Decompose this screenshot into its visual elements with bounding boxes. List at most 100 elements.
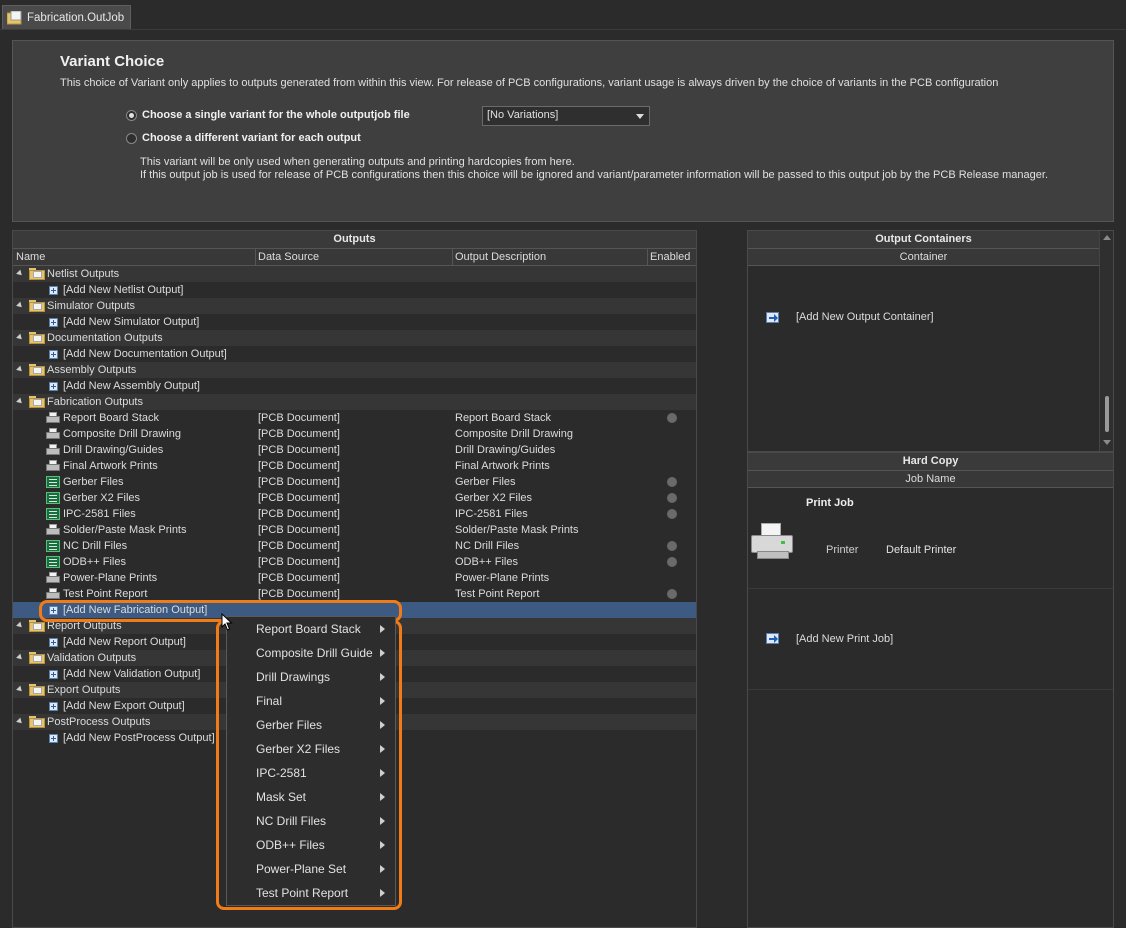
output-item-row[interactable]: Composite Drill Drawing [PCB Document] Com… [13, 426, 696, 442]
output-data-source[interactable]: [PCB Document] [258, 506, 340, 522]
enabled-toggle[interactable] [667, 509, 677, 519]
output-data-source[interactable]: [PCB Document] [258, 570, 340, 586]
add-plus-icon[interactable] [49, 382, 58, 391]
scroll-up-icon[interactable] [1103, 235, 1111, 240]
output-group-row[interactable]: Documentation Outputs [13, 330, 696, 346]
containers-scrollbar[interactable] [1099, 231, 1113, 451]
add-output-label[interactable]: [Add New Validation Output] [63, 666, 200, 682]
menu-item[interactable]: Power-Plane Set [227, 857, 395, 881]
expand-triangle-icon[interactable] [16, 717, 24, 726]
output-data-source[interactable]: [PCB Document] [258, 522, 340, 538]
col-job-name[interactable]: Job Name [748, 473, 1113, 485]
print-job-item[interactable]: Print Job Printer Default Printer [748, 489, 1113, 589]
expand-triangle-icon[interactable] [16, 333, 24, 342]
output-item-row[interactable]: Final Artwork Prints [PCB Document] Final … [13, 458, 696, 474]
menu-item[interactable]: Gerber X2 Files [227, 737, 395, 761]
output-data-source[interactable]: [PCB Document] [258, 474, 340, 490]
expand-triangle-icon[interactable] [16, 365, 24, 374]
expand-triangle-icon[interactable] [16, 269, 24, 278]
menu-item[interactable]: ODB++ Files [227, 833, 395, 857]
menu-item[interactable]: IPC-2581 [227, 761, 395, 785]
add-arrow-icon[interactable] [766, 633, 779, 644]
menu-item[interactable]: Test Point Report [227, 881, 395, 905]
col-enabled[interactable]: Enabled [650, 251, 690, 263]
outputs-title: Outputs [13, 231, 696, 249]
add-arrow-icon[interactable] [766, 312, 779, 323]
output-data-source[interactable]: [PCB Document] [258, 410, 340, 426]
menu-item[interactable]: Composite Drill Guide [227, 641, 395, 665]
menu-item[interactable]: Gerber Files [227, 713, 395, 737]
menu-item[interactable]: Report Board Stack [227, 617, 395, 641]
output-data-source[interactable]: [PCB Document] [258, 554, 340, 570]
add-output-row[interactable]: [Add New Netlist Output] [13, 282, 696, 298]
output-data-source[interactable]: [PCB Document] [258, 490, 340, 506]
output-item-row[interactable]: IPC-2581 Files [PCB Document] IPC-2581 Fil… [13, 506, 696, 522]
add-print-job-row[interactable]: [Add New Print Job] [748, 590, 1113, 690]
expand-triangle-icon[interactable] [16, 301, 24, 310]
radio-single-variant-button[interactable] [126, 109, 137, 121]
enabled-toggle[interactable] [667, 589, 677, 599]
output-item-row[interactable]: ODB++ Files [PCB Document] ODB++ Files [13, 554, 696, 570]
add-plus-icon[interactable] [49, 638, 58, 647]
variant-combo[interactable]: [No Variations] [482, 106, 650, 126]
enabled-toggle[interactable] [667, 557, 677, 567]
output-item-row[interactable]: Report Board Stack [PCB Document] Report B… [13, 410, 696, 426]
output-item-row[interactable]: NC Drill Files [PCB Document] NC Drill Fil… [13, 538, 696, 554]
menu-item[interactable]: NC Drill Files [227, 809, 395, 833]
add-plus-icon[interactable] [49, 318, 58, 327]
add-plus-icon[interactable] [49, 670, 58, 679]
add-output-label[interactable]: [Add New Export Output] [63, 698, 185, 714]
expand-triangle-icon[interactable] [16, 621, 24, 630]
menu-item[interactable]: Final [227, 689, 395, 713]
radio-each-variant-button[interactable] [126, 132, 137, 144]
enabled-toggle[interactable] [667, 541, 677, 551]
chevron-down-icon[interactable] [636, 114, 644, 119]
output-item-row[interactable]: Gerber X2 Files [PCB Document] Gerber X2 F… [13, 490, 696, 506]
enabled-toggle[interactable] [667, 413, 677, 423]
tab-fabrication-outjob[interactable]: Fabrication.OutJob [2, 5, 132, 29]
menu-item[interactable]: Drill Drawings [227, 665, 395, 689]
add-output-label[interactable]: [Add New Report Output] [63, 634, 186, 650]
add-output-label[interactable]: [Add New Netlist Output] [63, 282, 183, 298]
enabled-toggle[interactable] [667, 477, 677, 487]
add-output-label[interactable]: [Add New Simulator Output] [63, 314, 199, 330]
add-print-job[interactable]: [Add New Print Job] [796, 633, 893, 645]
add-output-label[interactable]: [Add New PostProcess Output] [63, 730, 215, 746]
add-output-label[interactable]: [Add New Assembly Output] [63, 378, 200, 394]
expand-triangle-icon[interactable] [16, 397, 24, 406]
add-output-row[interactable]: [Add New Simulator Output] [13, 314, 696, 330]
add-output-container[interactable]: [Add New Output Container] [796, 311, 934, 323]
output-data-source[interactable]: [PCB Document] [258, 426, 340, 442]
scroll-down-icon[interactable] [1103, 440, 1111, 445]
radio-each-variant[interactable]: Choose a different variant for each outp… [126, 132, 361, 144]
output-group-row[interactable]: Fabrication Outputs [13, 394, 696, 410]
add-plus-icon[interactable] [49, 286, 58, 295]
add-output-row[interactable]: [Add New Documentation Output] [13, 346, 696, 362]
add-plus-icon[interactable] [49, 350, 58, 359]
radio-each-variant-label: Choose a different variant for each outp… [142, 132, 361, 144]
output-item-row[interactable]: Power-Plane Prints [PCB Document] Power-Pl… [13, 570, 696, 586]
output-item-row[interactable]: Gerber Files [PCB Document] Gerber Files [13, 474, 696, 490]
output-data-source[interactable]: [PCB Document] [258, 538, 340, 554]
output-group-row[interactable]: Netlist Outputs [13, 266, 696, 282]
output-item-row[interactable]: Drill Drawing/Guides [PCB Document] Drill … [13, 442, 696, 458]
col-output-description[interactable]: Output Description [455, 251, 546, 263]
output-item-row[interactable]: Solder/Paste Mask Prints [PCB Document] So… [13, 522, 696, 538]
add-output-row[interactable]: [Add New Assembly Output] [13, 378, 696, 394]
col-container[interactable]: Container [748, 251, 1099, 263]
add-output-label[interactable]: [Add New Documentation Output] [63, 346, 227, 362]
expand-triangle-icon[interactable] [16, 653, 24, 662]
add-plus-icon[interactable] [49, 734, 58, 743]
col-name[interactable]: Name [16, 251, 45, 263]
scrollbar-thumb[interactable] [1105, 396, 1109, 432]
menu-item[interactable]: Mask Set [227, 785, 395, 809]
enabled-toggle[interactable] [667, 493, 677, 503]
col-data-source[interactable]: Data Source [258, 251, 319, 263]
expand-triangle-icon[interactable] [16, 685, 24, 694]
output-group-row[interactable]: Assembly Outputs [13, 362, 696, 378]
radio-single-variant[interactable]: Choose a single variant for the whole ou… [126, 109, 410, 121]
output-data-source[interactable]: [PCB Document] [258, 458, 340, 474]
add-plus-icon[interactable] [49, 702, 58, 711]
output-data-source[interactable]: [PCB Document] [258, 442, 340, 458]
output-group-row[interactable]: Simulator Outputs [13, 298, 696, 314]
